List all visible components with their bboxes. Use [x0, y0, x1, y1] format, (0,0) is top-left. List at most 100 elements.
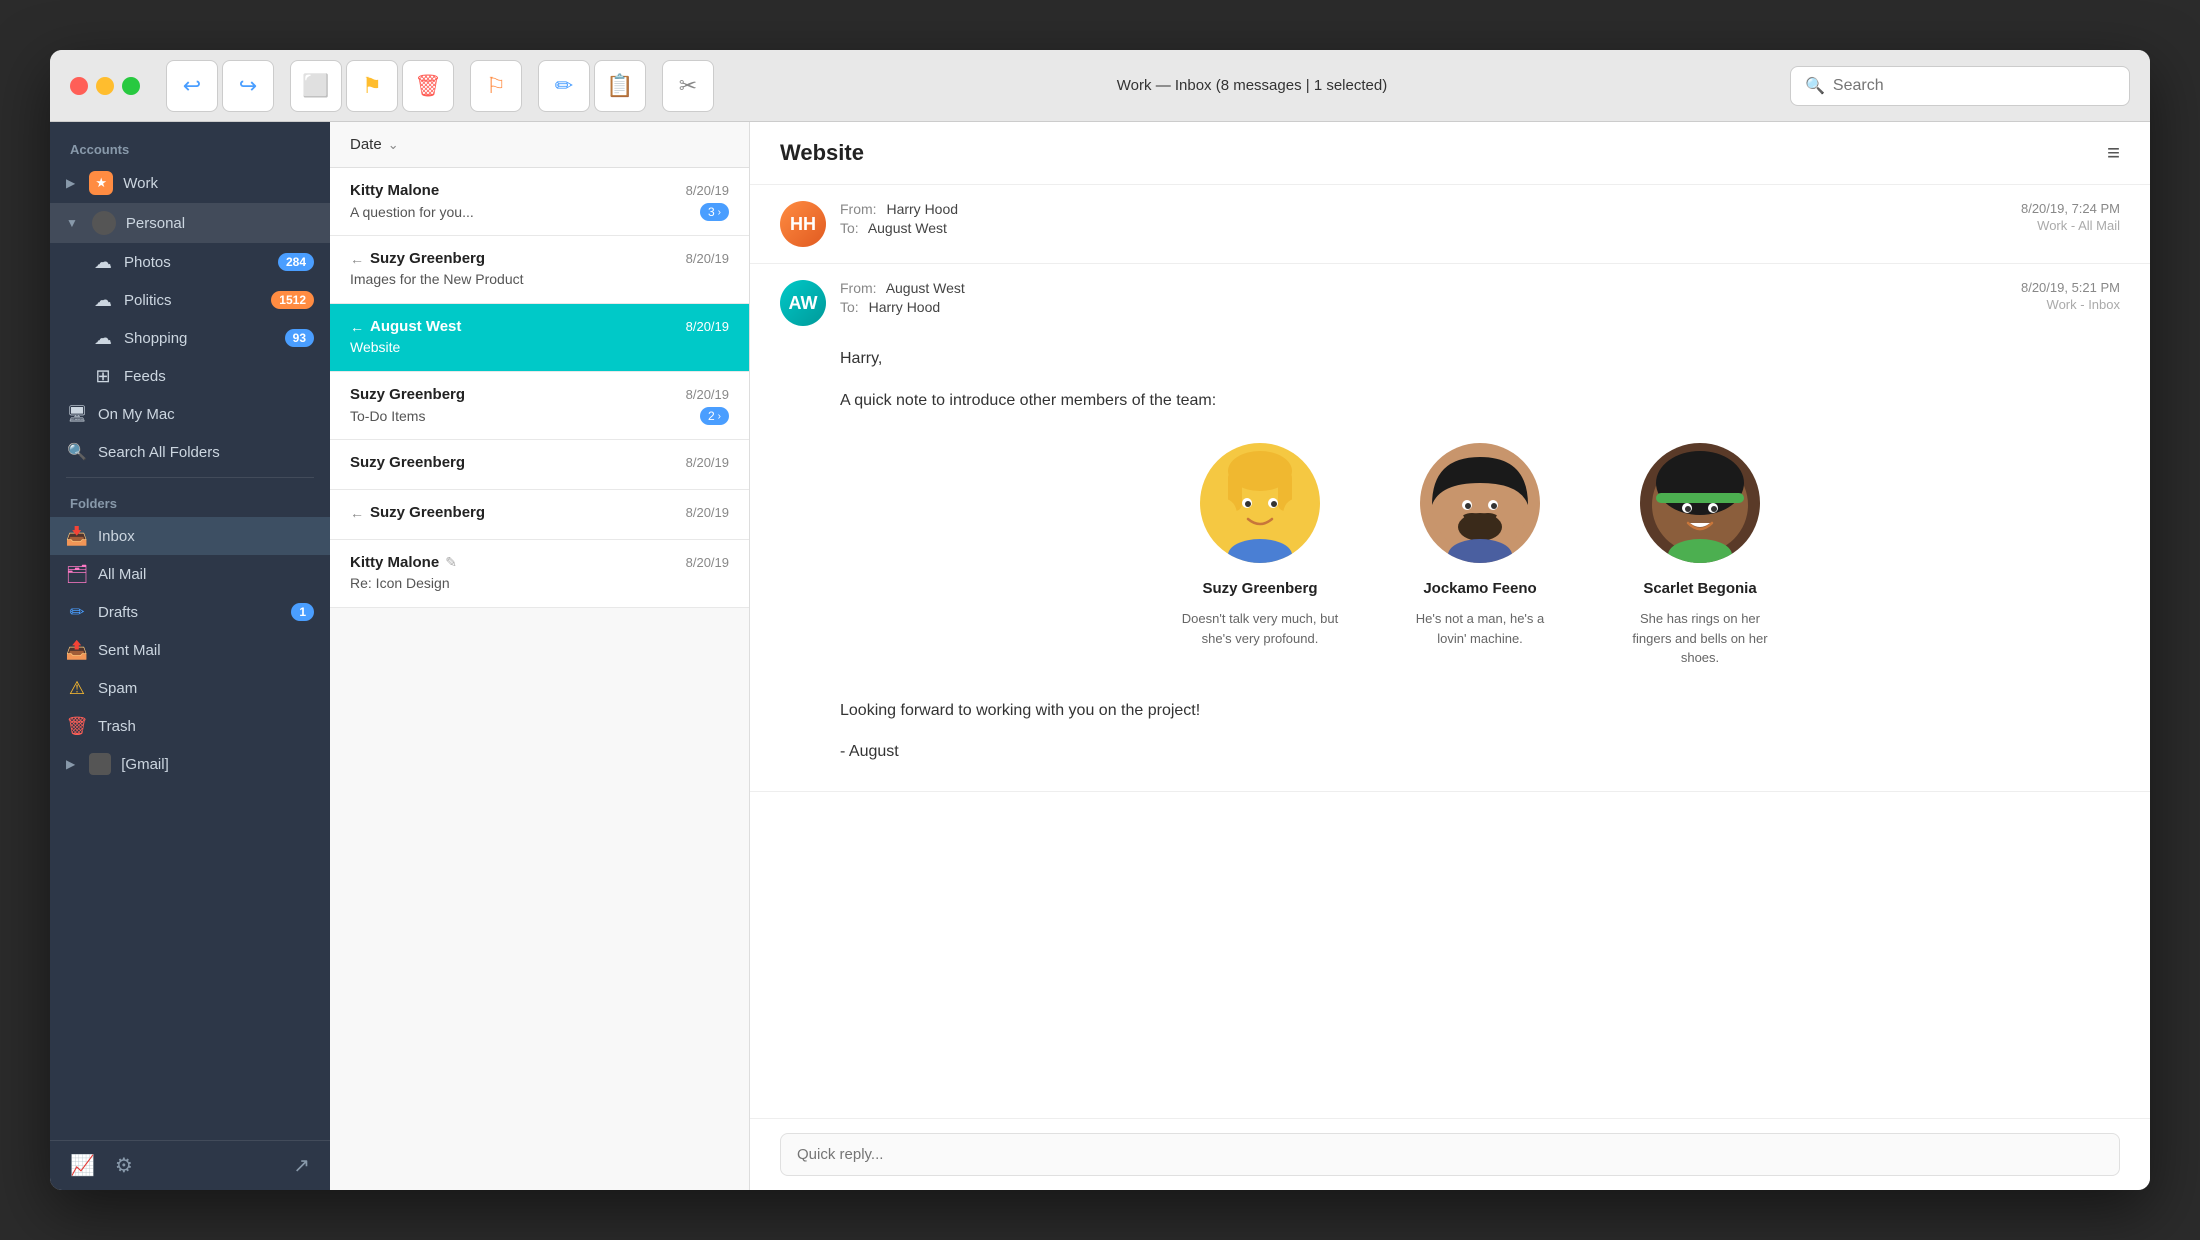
folders-label: Folders — [50, 484, 330, 517]
sort-chevron-icon[interactable]: ⌄ — [388, 137, 399, 153]
message-sender: Suzy Greenberg — [350, 386, 465, 403]
quick-reply-input[interactable] — [780, 1133, 2120, 1176]
email-to-2: To: Harry Hood — [840, 299, 965, 315]
inbox-label: Inbox — [98, 528, 135, 545]
traffic-lights — [70, 77, 140, 95]
trash-icon: 🗑 — [414, 73, 442, 99]
close-button[interactable] — [70, 77, 88, 95]
sidebar-divider — [66, 477, 314, 478]
email-view-header: Website ≡ — [750, 122, 2150, 185]
message-date: 8/20/19 — [686, 319, 729, 334]
sidebar-item-gmail[interactable]: ▶ [Gmail] — [50, 745, 330, 783]
rules-icon: ✂ — [679, 73, 697, 99]
fullscreen-button[interactable] — [122, 77, 140, 95]
sidebar-item-personal[interactable]: ▼ Personal — [50, 203, 330, 243]
message-date: 8/20/19 — [686, 387, 729, 402]
drafts-label: Drafts — [98, 604, 138, 621]
message-item-selected[interactable]: ← August West 8/20/19 Website — [330, 304, 749, 372]
email-to-1: To: August West — [840, 220, 958, 236]
sidebar-item-work[interactable]: ▶ ★ Work — [50, 163, 330, 203]
feeds-icon: ⊞ — [92, 365, 114, 387]
delete-button[interactable]: 🗑 — [402, 60, 454, 112]
gmail-label: [Gmail] — [121, 756, 169, 773]
reply-all-button[interactable]: ↩ — [166, 60, 218, 112]
drafts-badge: 1 — [291, 603, 314, 621]
sidebar-item-search-all[interactable]: 🔍 Search All Folders — [50, 433, 330, 471]
message-subject: Re: Icon Design — [350, 575, 450, 591]
sidebar-item-politics[interactable]: ☁ Politics 1512 — [50, 281, 330, 319]
inbox-icon: 📥 — [66, 525, 88, 547]
photos-badge: 284 — [278, 253, 314, 271]
message-subject: To-Do Items — [350, 408, 425, 424]
sidebar-item-inbox[interactable]: 📥 Inbox — [50, 517, 330, 555]
body-closing: Looking forward to working with you on t… — [840, 698, 2120, 724]
accounts-label: Accounts — [50, 130, 330, 163]
jockamo-avatar — [1420, 443, 1540, 563]
gmail-icon — [89, 753, 111, 775]
jockamo-name: Jockamo Feeno — [1423, 577, 1536, 601]
reply-arrow-icon: ← — [350, 319, 364, 335]
sidebar-item-photos[interactable]: ☁ Photos 284 — [50, 243, 330, 281]
logout-icon[interactable]: ↗ — [293, 1153, 310, 1178]
sidebar-item-sent-mail[interactable]: 📤 Sent Mail — [50, 631, 330, 669]
main-content: Accounts ▶ ★ Work ▼ Personal ☁ Photos 28… — [50, 122, 2150, 1190]
minimize-button[interactable] — [96, 77, 114, 95]
sidebar-item-all-mail[interactable]: 🗂 All Mail — [50, 555, 330, 593]
archive-button[interactable]: ⬜ — [290, 60, 342, 112]
action-toolbar: ⬜ ⚑ 🗑 — [290, 60, 454, 112]
sender-avatar-1: HH — [780, 201, 826, 247]
note-button[interactable]: 📋 — [594, 60, 646, 112]
sidebar-item-feeds[interactable]: ⊞ Feeds — [50, 357, 330, 395]
forward-button[interactable]: ↪ — [222, 60, 274, 112]
window-title: Work — Inbox (8 messages | 1 selected) — [730, 77, 1774, 94]
politics-label: Politics — [124, 292, 172, 309]
email-menu-icon[interactable]: ≡ — [2107, 140, 2120, 166]
sidebar-item-shopping[interactable]: ☁ Shopping 93 — [50, 319, 330, 357]
label-button[interactable]: ⚐ — [470, 60, 522, 112]
sent-mail-icon: 📤 — [66, 639, 88, 661]
spam-icon: ⚠ — [66, 677, 88, 699]
activity-icon[interactable]: 📈 — [70, 1153, 95, 1178]
flag-button[interactable]: ⚑ — [346, 60, 398, 112]
forward-icon: ↪ — [239, 73, 257, 99]
message-item[interactable]: Kitty Malone 8/20/19 A question for you.… — [330, 168, 749, 236]
main-window: ↩ ↪ ⬜ ⚑ 🗑 ⚐ ✏ — [50, 50, 2150, 1190]
message-item[interactable]: Suzy Greenberg 8/20/19 To-Do Items 2 › — [330, 372, 749, 440]
message-sender: Kitty Malone ✎ — [350, 554, 457, 571]
sidebar-item-drafts[interactable]: ✏ Drafts 1 — [50, 593, 330, 631]
suzy-desc: Doesn't talk very much, but she's very p… — [1180, 609, 1340, 648]
message-sender: ← Suzy Greenberg — [350, 250, 485, 267]
email-timestamp-1: 8/20/19, 7:24 PM — [2021, 201, 2120, 216]
compose-button[interactable]: ✏ — [538, 60, 590, 112]
search-bar[interactable]: 🔍 — [1790, 66, 2130, 106]
message-item[interactable]: Suzy Greenberg 8/20/19 — [330, 440, 749, 490]
team-member-jockamo: Jockamo Feeno He's not a man, he's a lov… — [1400, 443, 1560, 668]
email-meta-right-2: 8/20/19, 5:21 PM Work - Inbox — [2021, 280, 2120, 312]
sidebar: Accounts ▶ ★ Work ▼ Personal ☁ Photos 28… — [50, 122, 330, 1190]
all-mail-icon: 🗂 — [66, 563, 88, 585]
message-item[interactable]: ← Suzy Greenberg 8/20/19 — [330, 490, 749, 540]
all-mail-label: All Mail — [98, 566, 146, 583]
scarlet-avatar — [1640, 443, 1760, 563]
sidebar-item-on-my-mac[interactable]: 🖥 On My Mac — [50, 395, 330, 433]
body-intro: A quick note to introduce other members … — [840, 388, 2120, 414]
search-all-label: Search All Folders — [98, 444, 220, 461]
email-meta-1: HH From: Harry Hood To: August West — [780, 201, 2120, 247]
compose-toolbar: ✏ 📋 — [538, 60, 646, 112]
sidebar-item-spam[interactable]: ⚠ Spam — [50, 669, 330, 707]
on-my-mac-label: On My Mac — [98, 406, 175, 423]
search-input[interactable] — [1833, 77, 2115, 95]
jockamo-desc: He's not a man, he's a lovin' machine. — [1400, 609, 1560, 648]
email-meta-right-1: 8/20/19, 7:24 PM Work - All Mail — [2021, 201, 2120, 233]
computer-icon: 🖥 — [66, 403, 88, 425]
message-item[interactable]: Kitty Malone ✎ 8/20/19 Re: Icon Design — [330, 540, 749, 608]
note-icon: 📋 — [606, 73, 633, 99]
email-view: Website ≡ HH From: Ha — [750, 122, 2150, 1190]
rules-button[interactable]: ✂ — [662, 60, 714, 112]
search-all-icon: 🔍 — [66, 441, 88, 463]
spam-label: Spam — [98, 680, 137, 697]
filter-icon[interactable]: ⚙ — [115, 1153, 133, 1178]
sidebar-item-trash[interactable]: 🗑 Trash — [50, 707, 330, 745]
message-item[interactable]: ← Suzy Greenberg 8/20/19 Images for the … — [330, 236, 749, 304]
sidebar-footer: 📈 ⚙ ↗ — [50, 1140, 330, 1190]
